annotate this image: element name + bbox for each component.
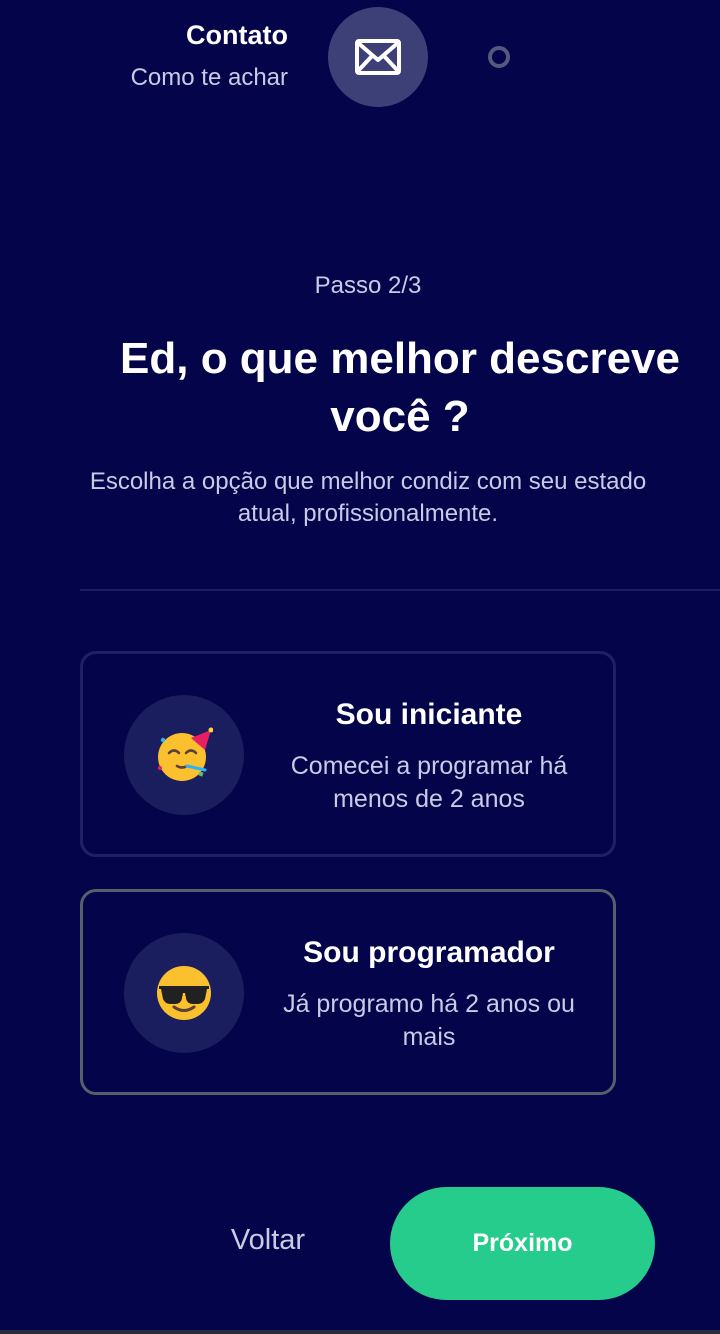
emoji-badge — [124, 695, 244, 815]
page-description: Escolha a opção que melhor condiz com se… — [89, 468, 647, 527]
step-subtitle: Como te achar — [130, 64, 288, 91]
page-title: Ed, o que melhor descreve você ? — [120, 334, 680, 441]
option-description: Comecei a programar há menos de 2 anos — [290, 752, 568, 813]
step-indicator-next — [488, 46, 510, 68]
step-indicator-current — [328, 7, 428, 107]
step-title: Contato — [186, 20, 288, 50]
back-button[interactable]: Voltar — [190, 1224, 346, 1257]
option-card-programmer[interactable]: Sou programador Já programo há 2 anos ou… — [80, 889, 616, 1095]
envelope-icon — [355, 39, 401, 75]
option-title: Sou programador — [303, 936, 555, 969]
divider — [80, 589, 720, 591]
option-title: Sou iniciante — [335, 698, 523, 731]
option-description: Já programo há 2 anos ou mais — [283, 990, 575, 1051]
step-counter: Passo 2/3 — [314, 272, 422, 299]
option-card-beginner[interactable]: Sou iniciante Comecei a programar há men… — [80, 651, 616, 857]
sunglasses-face-icon — [157, 966, 211, 1020]
next-button[interactable]: Próximo — [390, 1187, 655, 1300]
emoji-badge — [124, 933, 244, 1053]
partying-face-icon — [158, 727, 213, 781]
bottom-bar — [0, 1330, 720, 1334]
